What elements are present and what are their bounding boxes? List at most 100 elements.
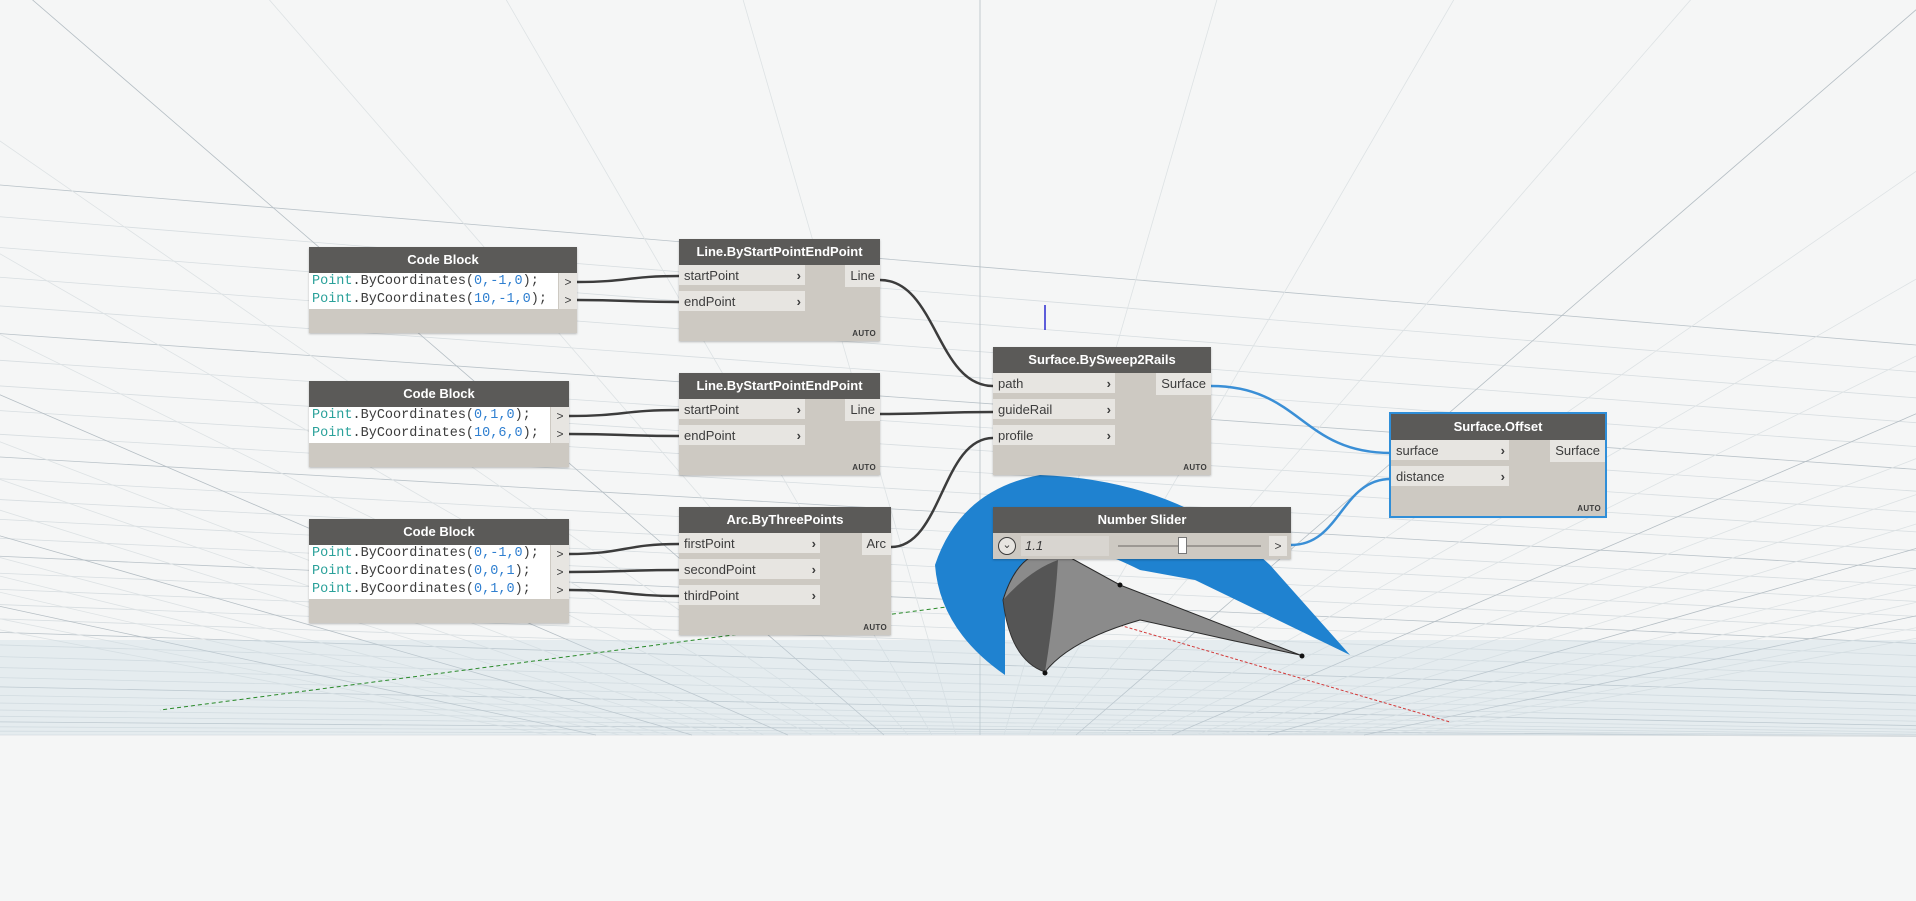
code-line[interactable]: Point.ByCoordinates(0,0,1); [309,563,550,581]
code-method: .ByCoordinates( [352,274,475,289]
code-method: .ByCoordinates( [352,546,475,561]
chevron-right-icon: › [811,588,816,603]
code-line[interactable]: Point.ByCoordinates(10,-1,0); [309,291,558,309]
output-port[interactable]: > [1269,536,1287,556]
port-label: distance [1396,469,1445,484]
output-port-line[interactable]: Line [845,265,880,287]
slider-body: ⌄ 1.1 > [993,533,1291,559]
background-3d-preview[interactable] [0,0,1916,901]
surface-by-sweep2rails-node[interactable]: Surface.BySweep2Rails path › guideRail › p… [993,347,1211,475]
chevron-right-icon: › [796,402,801,417]
code-method: .ByCoordinates( [352,564,475,579]
grid-line [0,184,1916,346]
code-editor[interactable]: Point.ByCoordinates(0,-1,0); Point.ByCoo… [309,273,558,309]
code-line[interactable]: Point.ByCoordinates(0,-1,0); [309,545,550,563]
input-port-endpoint[interactable]: endPoint › [679,291,805,313]
code-block-node-2[interactable]: Code Block Point.ByCoordinates(0,1,0); P… [309,381,569,467]
port-label: surface [1396,443,1439,458]
arc-by-three-points-node[interactable]: Arc.ByThreePoints firstPoint › secondPoin… [679,507,891,635]
output-port-surface[interactable]: Surface [1550,440,1605,462]
node-title: Arc.ByThreePoints [679,507,891,533]
number-slider-node[interactable]: Number Slider ⌄ 1.1 > [993,507,1291,559]
code-line[interactable]: Point.ByCoordinates(0,-1,0); [309,273,558,291]
port-label: endPoint [684,428,736,443]
output-port[interactable]: > [550,545,569,563]
code-args: 10,-1,0 [474,292,531,307]
chevron-right-icon: › [1106,376,1111,391]
chevron-right-icon: › [811,562,816,577]
output-port[interactable]: > [550,563,569,581]
code-output-ports: > > > [550,545,569,599]
grid-line [0,605,597,736]
input-port-firstpoint[interactable]: firstPoint › [679,533,820,555]
code-end: ); [522,426,539,441]
connector-wire[interactable] [1210,384,1392,455]
output-port[interactable]: > [558,291,577,309]
code-class: Point [312,564,353,579]
lacing-indicator: AUTO [852,463,876,472]
output-port[interactable]: > [550,407,569,425]
output-port[interactable]: > [558,273,577,291]
lacing-indicator: AUTO [1183,463,1207,472]
output-port[interactable]: > [550,425,569,443]
lacing-indicator: AUTO [852,329,876,338]
output-port-arc[interactable]: Arc [861,533,891,555]
code-method: .ByCoordinates( [352,582,475,597]
input-port-thirdpoint[interactable]: thirdPoint › [679,585,820,607]
port-label: startPoint [684,268,739,283]
output-port-line[interactable]: Line [845,399,880,421]
code-block-node-1[interactable]: Code Block Point.ByCoordinates(0,-1,0); … [309,247,577,333]
port-label: profile [998,428,1034,443]
code-line[interactable]: Point.ByCoordinates(0,1,0); [309,407,550,425]
input-port-guiderail[interactable]: guideRail › [993,399,1115,421]
connector-wire[interactable] [576,274,680,284]
grid-line [1219,494,1916,736]
input-port-distance[interactable]: distance › [1391,466,1509,488]
surface-offset-node[interactable]: Surface.Offset surface › distance › Surfac… [1389,412,1607,518]
node-title: Surface.BySweep2Rails [993,347,1211,373]
input-port-endpoint[interactable]: endPoint › [679,425,805,447]
slider-track[interactable] [1118,545,1261,547]
connector-wire[interactable] [568,432,680,438]
code-class: Point [312,408,353,423]
slider-value-field[interactable]: 1.1 [1021,536,1109,556]
grid-line [0,394,789,736]
code-block-node-3[interactable]: Code Block Point.ByCoordinates(0,-1,0); … [309,519,569,623]
connector-wire[interactable] [568,408,680,418]
port-label: secondPoint [684,562,756,577]
code-editor[interactable]: Point.ByCoordinates(0,1,0); Point.ByCoor… [309,407,550,443]
input-port-surface[interactable]: surface › [1391,440,1509,462]
code-end: ); [514,408,531,423]
port-label: endPoint [684,294,736,309]
output-port-surface[interactable]: Surface [1156,373,1211,395]
input-port-profile[interactable]: profile › [993,425,1115,447]
slider-thumb[interactable] [1178,537,1188,554]
connector-wire[interactable] [568,568,680,574]
code-args: 0,0,1 [474,564,515,579]
line-by-start-end-node-1[interactable]: Line.ByStartPointEndPoint startPoint › en… [679,239,880,341]
code-line[interactable]: Point.ByCoordinates(0,1,0); [309,581,550,599]
code-editor[interactable]: Point.ByCoordinates(0,-1,0); Point.ByCoo… [309,545,550,599]
chevron-right-icon: › [796,294,801,309]
input-port-startpoint[interactable]: startPoint › [679,399,805,421]
line-by-start-end-node-2[interactable]: Line.ByStartPointEndPoint startPoint › en… [679,373,880,475]
grid-line [0,441,765,736]
code-args: 0,1,0 [474,408,515,423]
expand-toggle-icon[interactable]: ⌄ [998,537,1016,555]
code-args: 10,6,0 [474,426,523,441]
code-output-ports: > > [550,407,569,443]
code-args: 0,-1,0 [474,546,523,561]
input-port-secondpoint[interactable]: secondPoint › [679,559,820,581]
chevron-right-icon: › [811,536,816,551]
code-line[interactable]: Point.ByCoordinates(10,6,0); [309,425,550,443]
connector-wire[interactable] [568,588,680,598]
connector-wire[interactable] [879,410,994,416]
input-port-path[interactable]: path › [993,373,1115,395]
code-class: Point [312,426,353,441]
grid-line [0,216,1916,373]
input-port-startpoint[interactable]: startPoint › [679,265,805,287]
code-end: ); [522,546,539,561]
connector-wire[interactable] [576,298,680,304]
output-port[interactable]: > [550,581,569,599]
chevron-right-icon: › [1106,402,1111,417]
